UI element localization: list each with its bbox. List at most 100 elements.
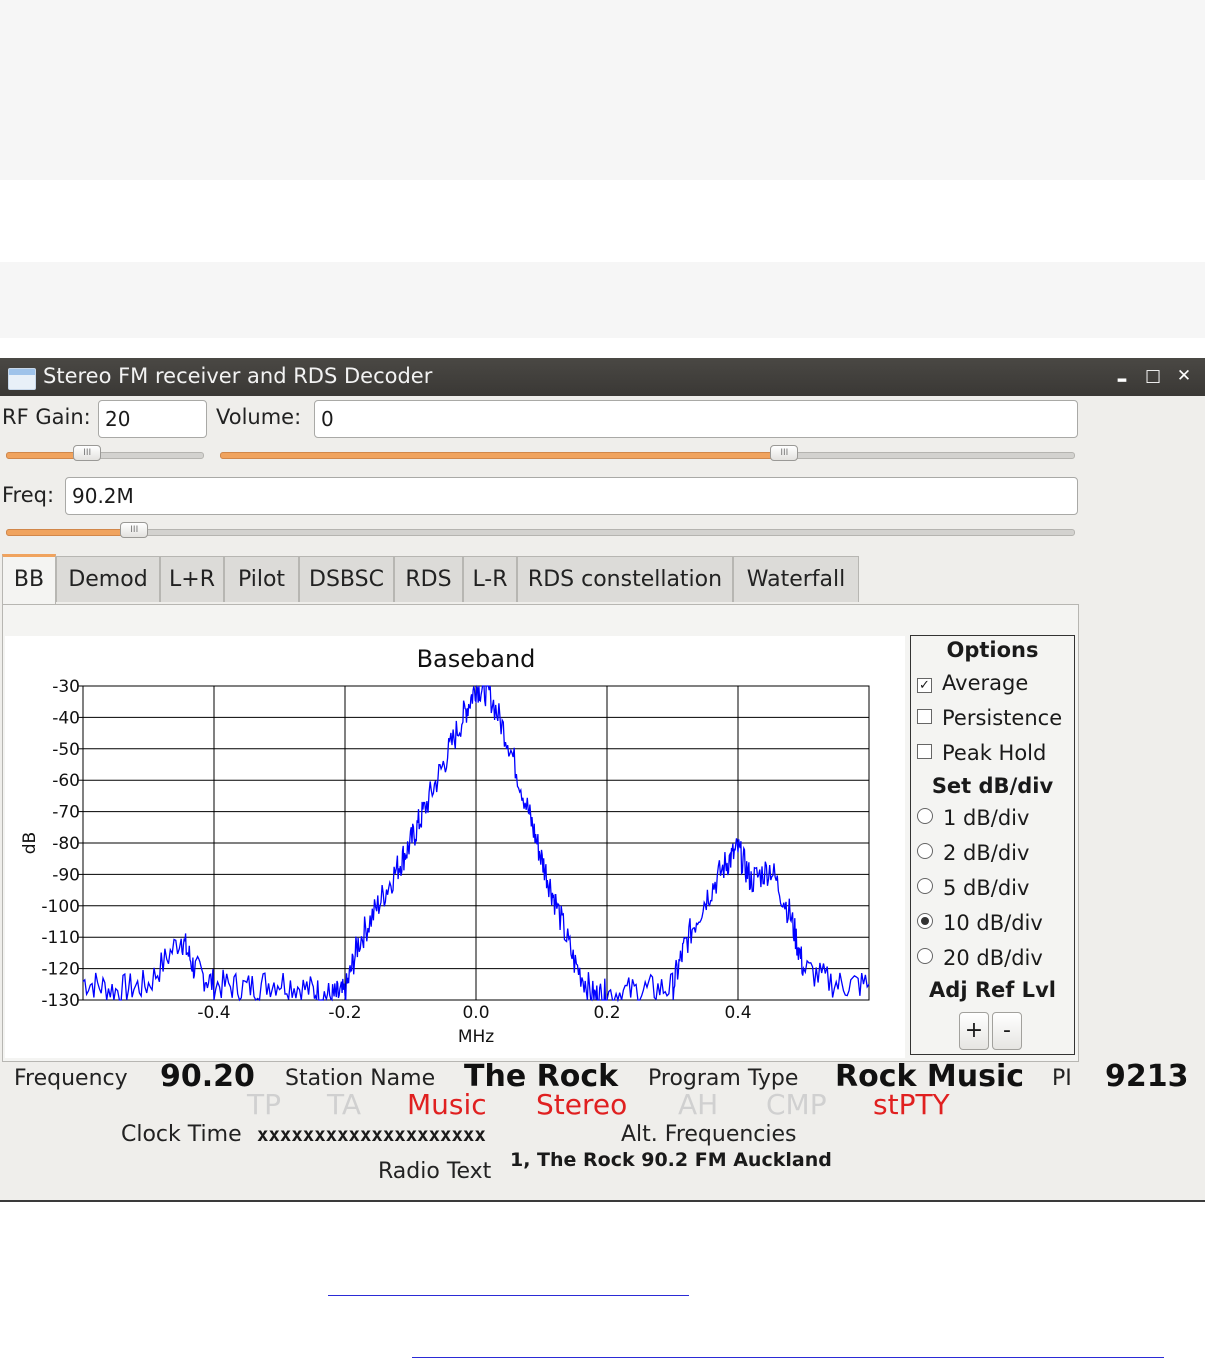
ta-flag: TA <box>327 1088 362 1121</box>
y-axis-label: dB <box>20 832 40 854</box>
persistence-label: Persistence <box>942 706 1063 730</box>
page-top-band <box>0 0 1205 180</box>
y-tick-label: -110 <box>41 928 80 948</box>
chart-title: Baseband <box>417 645 536 673</box>
freq-label: Freq: <box>2 483 55 507</box>
db-div-label: 2 dB/div <box>943 841 1030 865</box>
radio-icon <box>917 913 933 929</box>
peak-hold-label: Peak Hold <box>942 741 1047 765</box>
tab-demod[interactable]: Demod <box>56 556 160 602</box>
close-icon[interactable]: ✕ <box>1174 365 1194 387</box>
ref-level-minus-button[interactable]: - <box>992 1012 1022 1050</box>
ah-flag: AH <box>678 1088 719 1121</box>
y-tick-label: -80 <box>52 834 80 854</box>
x-tick-label: -0.4 <box>197 1003 230 1023</box>
checkbox-icon: ✓ <box>917 678 932 693</box>
tab-bb[interactable]: BB <box>2 554 56 604</box>
baseband-chart: Baseband -30 -40 -50 -60 -70 -80 -90 -100 -110 -12… <box>20 645 870 1047</box>
y-tick-label: -50 <box>52 740 80 760</box>
peak-hold-checkbox[interactable]: Peak Hold <box>917 741 1046 765</box>
minimize-icon[interactable]: ▂ <box>1112 365 1132 387</box>
db-div-radio-10[interactable]: 10 dB/div <box>917 911 1043 935</box>
slider-handle[interactable]: III <box>73 445 102 461</box>
x-tick-label: 0.2 <box>593 1003 620 1023</box>
tab-pilot[interactable]: Pilot <box>224 556 299 602</box>
tab-rds-constellation[interactable]: RDS constellation <box>517 556 733 602</box>
y-tick-label: -60 <box>52 771 80 791</box>
tab-rds[interactable]: RDS <box>394 556 463 602</box>
rf-gain-label: RF Gain: <box>2 405 91 429</box>
radio-text-label: Radio Text <box>378 1159 492 1184</box>
frequency-label: Frequency <box>14 1066 128 1091</box>
slider-handle[interactable]: III <box>770 445 799 461</box>
db-div-label: 10 dB/div <box>943 911 1043 935</box>
tab-l-minus-r[interactable]: L-R <box>463 556 517 602</box>
y-tick-label: -100 <box>41 897 80 917</box>
rf-gain-slider[interactable]: III <box>6 445 204 461</box>
freq-slider[interactable]: III <box>6 522 1075 538</box>
x-tick-label: 0.0 <box>462 1003 489 1023</box>
maximize-icon[interactable]: □ <box>1143 365 1163 387</box>
db-div-radio-5[interactable]: 5 dB/div <box>917 876 1029 900</box>
persistence-checkbox[interactable]: Persistence <box>917 706 1062 730</box>
stereo-flag: Stereo <box>536 1088 628 1121</box>
pi-value: 9213 <box>1105 1059 1189 1094</box>
clock-time-value: xxxxxxxxxxxxxxxxxxxx <box>257 1124 486 1146</box>
y-tick-label: -70 <box>52 803 80 823</box>
db-div-radio-1[interactable]: 1 dB/div <box>917 806 1029 830</box>
radio-icon <box>917 948 933 964</box>
y-tick-label: -30 <box>52 677 80 697</box>
options-title: Options <box>946 638 1039 662</box>
x-tick-label: 0.4 <box>724 1003 751 1023</box>
title-bar: Stereo FM receiver and RDS Decoder ▂ □ ✕ <box>0 358 1205 396</box>
db-div-radio-2[interactable]: 2 dB/div <box>917 841 1029 865</box>
y-tick-label: -90 <box>52 865 80 885</box>
volume-label: Volume: <box>216 405 302 429</box>
db-div-radio-20[interactable]: 20 dB/div <box>917 946 1043 970</box>
tab-waterfall[interactable]: Waterfall <box>733 556 859 602</box>
options-panel: Options ✓ Average Persistence Peak Hold S… <box>910 635 1075 1055</box>
tp-flag: TP <box>247 1088 281 1121</box>
radio-icon <box>917 808 933 824</box>
checkbox-icon <box>917 744 932 759</box>
x-axis-label: MHz <box>458 1027 494 1047</box>
tab-l-plus-r[interactable]: L+R <box>160 556 224 602</box>
freq-input[interactable]: 90.2M <box>65 477 1078 515</box>
window-title: Stereo FM receiver and RDS Decoder <box>43 364 433 388</box>
set-db-div-title: Set dB/div <box>931 774 1054 798</box>
frequency-value: 90.20 <box>160 1059 255 1094</box>
x-tick-label: -0.2 <box>328 1003 361 1023</box>
radio-icon <box>917 878 933 894</box>
alt-frequencies-label: Alt. Frequencies <box>621 1122 797 1147</box>
music-flag: Music <box>407 1088 487 1121</box>
clock-time-label: Clock Time <box>121 1122 242 1147</box>
slider-fill <box>220 452 787 459</box>
pi-label: PI <box>1052 1066 1072 1091</box>
db-div-label: 1 dB/div <box>943 806 1030 830</box>
y-tick-label: -130 <box>41 991 80 1011</box>
y-tick-label: -40 <box>52 708 80 728</box>
check-mark-icon: ✓ <box>919 678 930 693</box>
radio-icon <box>917 843 933 859</box>
app-window: Stereo FM receiver and RDS Decoder ▂ □ ✕… <box>0 358 1205 1202</box>
slider-fill <box>6 529 137 536</box>
tab-dsbsc[interactable]: DSBSC <box>299 556 394 602</box>
cmp-flag: CMP <box>766 1088 827 1121</box>
stpty-flag: stPTY <box>873 1088 950 1121</box>
slider-trough <box>6 529 1075 536</box>
rf-gain-input[interactable]: 20 <box>98 400 207 438</box>
ref-level-plus-button[interactable]: + <box>959 1012 989 1050</box>
adj-ref-lvl-title: Adj Ref Lvl <box>929 978 1056 1002</box>
slider-handle[interactable]: III <box>120 522 149 538</box>
radio-text-value: 1, The Rock 90.2 FM Auckland <box>510 1149 832 1171</box>
average-checkbox[interactable]: ✓ Average <box>917 671 1028 695</box>
y-tick-label: -120 <box>41 960 80 980</box>
volume-input[interactable]: 0 <box>314 400 1078 438</box>
link-underline <box>412 1357 1164 1358</box>
baseband-plot: Baseband -30 -40 -50 -60 -70 -80 -90 -100 -110 -12… <box>5 636 905 1058</box>
app-icon <box>8 368 36 390</box>
checkbox-icon <box>917 709 932 724</box>
volume-slider[interactable]: III <box>220 445 1075 461</box>
average-label: Average <box>942 671 1029 695</box>
db-div-label: 5 dB/div <box>943 876 1030 900</box>
